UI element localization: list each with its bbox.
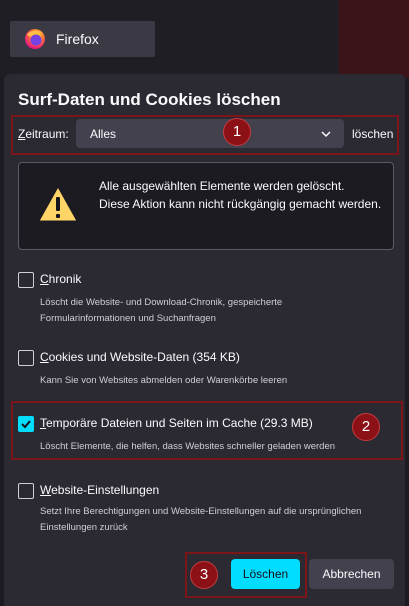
warning-box: Alle ausgewählten Elemente werden gelösc… bbox=[18, 162, 394, 250]
cancel-button[interactable]: Abbrechen bbox=[309, 559, 394, 589]
annotation-badge-3: 3 bbox=[190, 561, 218, 589]
firefox-logo-icon bbox=[24, 28, 46, 50]
annotation-badge-1: 1 bbox=[223, 118, 251, 146]
history-description: Löscht die Website- und Download-Chronik… bbox=[40, 297, 283, 324]
site-settings-description: Setzt Ihre Berechtigungen und Website-Ei… bbox=[40, 506, 362, 533]
cookies-checkbox[interactable] bbox=[18, 350, 34, 366]
history-label[interactable]: Chronik bbox=[40, 272, 81, 286]
dialog-title: Surf-Daten und Cookies löschen bbox=[18, 90, 281, 109]
history-checkbox[interactable] bbox=[18, 272, 34, 288]
site-settings-label[interactable]: Website-Einstellungen bbox=[40, 483, 159, 497]
warning-text: Alle ausgewählten Elemente werden gelösc… bbox=[99, 179, 382, 211]
annotation-badge-2: 2 bbox=[352, 413, 380, 441]
site-settings-checkbox[interactable] bbox=[18, 483, 34, 499]
annotation-box-cache bbox=[11, 401, 403, 460]
warning-icon bbox=[37, 185, 79, 223]
toolbar-accent bbox=[339, 0, 409, 78]
browser-toolbar: Firefox bbox=[0, 0, 409, 78]
cookies-description: Kann Sie von Websites abmelden oder Ware… bbox=[40, 375, 288, 386]
tab-label: Firefox bbox=[56, 31, 99, 47]
annotation-box-range bbox=[11, 115, 399, 155]
cookies-label[interactable]: Cookies und Website-Daten (354 KB) bbox=[40, 350, 240, 364]
firefox-tab[interactable]: Firefox bbox=[10, 21, 155, 57]
